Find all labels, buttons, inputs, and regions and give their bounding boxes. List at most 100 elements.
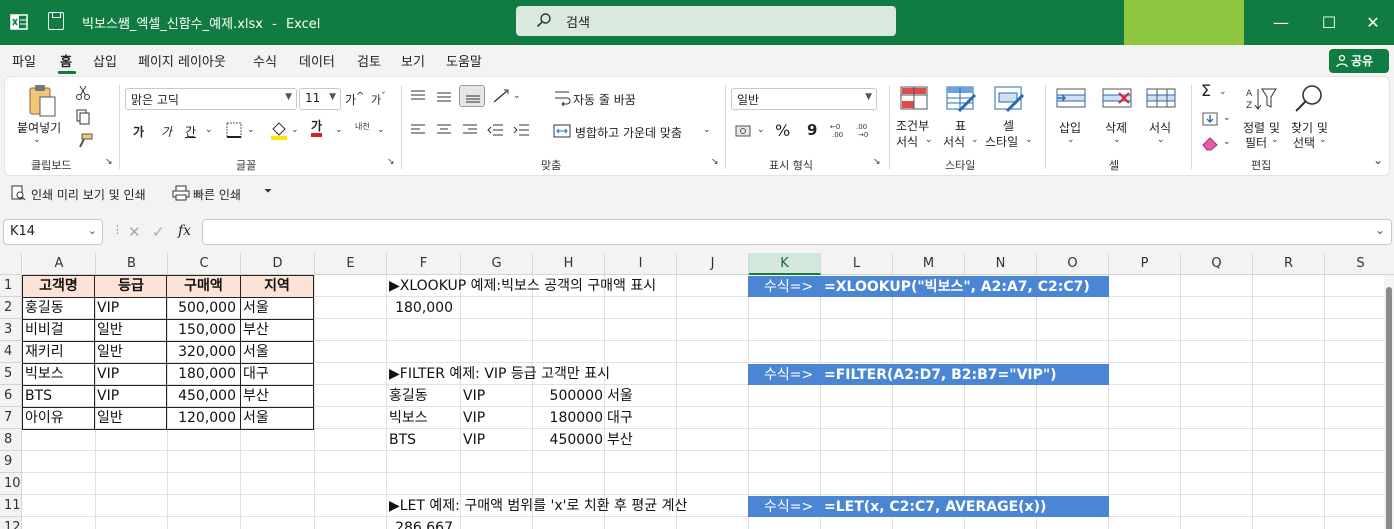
- filter-result-cell[interactable]: 대구: [607, 407, 677, 429]
- quick-print-button[interactable]: 빠른 인쇄: [193, 186, 241, 203]
- fill-chevron-icon[interactable]: ⌄: [1223, 113, 1231, 123]
- row-header-2[interactable]: 2: [0, 297, 22, 319]
- header-cell[interactable]: 고객명: [22, 275, 95, 297]
- table-chevron-icon[interactable]: ⌄: [971, 135, 979, 145]
- format-button[interactable]: 서식: [1149, 119, 1171, 136]
- column-header-s[interactable]: S: [1325, 253, 1394, 275]
- table-cell[interactable]: 홍길동: [25, 297, 95, 319]
- let-result[interactable]: 286,667: [387, 517, 453, 529]
- format-as-table-label-1[interactable]: 표: [955, 117, 966, 134]
- increase-font-button[interactable]: 가^: [345, 91, 364, 108]
- paste-button-label[interactable]: 붙여넣기: [17, 119, 61, 136]
- xlookup-title[interactable]: ▶XLOOKUP 예제:빅보스 공객의 구매액 표시: [389, 275, 656, 297]
- row-header-10[interactable]: 10: [0, 473, 22, 495]
- increase-indent-icon[interactable]: [513, 123, 531, 137]
- expand-formula-icon[interactable]: ⌄: [1375, 223, 1385, 237]
- tab-view[interactable]: 보기: [401, 51, 425, 70]
- table-cell[interactable]: 서울: [243, 297, 313, 319]
- number-launcher-icon[interactable]: ↘: [873, 157, 881, 167]
- column-header-q[interactable]: Q: [1181, 253, 1253, 275]
- decrease-decimal-icon[interactable]: .00→0: [855, 121, 875, 139]
- paste-icon[interactable]: [27, 83, 59, 119]
- find-select-icon[interactable]: [1293, 83, 1325, 115]
- column-header-f[interactable]: F: [387, 253, 461, 275]
- borders-chevron-icon[interactable]: ⌄: [247, 125, 255, 135]
- table-cell[interactable]: VIP: [97, 363, 167, 385]
- cut-icon[interactable]: [75, 85, 91, 101]
- tab-insert[interactable]: 삽입: [93, 51, 117, 70]
- table-cell[interactable]: 500,000: [167, 297, 236, 319]
- tab-home[interactable]: 홈: [60, 51, 72, 70]
- filter-result-cell[interactable]: VIP: [463, 385, 533, 407]
- column-header-k[interactable]: K: [749, 253, 821, 275]
- column-header-b[interactable]: B: [96, 253, 168, 275]
- decrease-font-button[interactable]: 가ˇ: [371, 91, 386, 108]
- header-cell[interactable]: 지역: [240, 275, 314, 297]
- row-header-9[interactable]: 9: [0, 451, 22, 473]
- row-header-4[interactable]: 4: [0, 341, 22, 363]
- delete-chevron-icon[interactable]: ⌄: [1113, 135, 1121, 145]
- phonetic-chevron-icon[interactable]: ⌄: [377, 125, 385, 135]
- bold-button[interactable]: 가: [133, 123, 144, 140]
- phonetic-button[interactable]: 내천: [355, 121, 370, 132]
- align-middle-icon[interactable]: [435, 89, 453, 103]
- column-header-m[interactable]: M: [893, 253, 965, 275]
- filter-result-cell[interactable]: 180000: [533, 407, 603, 429]
- filter-result-cell[interactable]: 빅보스: [389, 407, 459, 429]
- select-all-button[interactable]: [0, 253, 22, 275]
- sort-filter-icon[interactable]: AZ: [1245, 85, 1277, 113]
- table-cell[interactable]: 재키리: [25, 341, 95, 363]
- copy-icon[interactable]: [75, 109, 91, 125]
- column-header-p[interactable]: P: [1109, 253, 1181, 275]
- underline-button[interactable]: 간: [185, 123, 196, 140]
- clear-icon[interactable]: [1201, 135, 1221, 151]
- find-select-label-2[interactable]: 선택: [1293, 134, 1315, 151]
- format-cells-icon[interactable]: [1145, 85, 1177, 113]
- scrollbar-thumb[interactable]: [1386, 287, 1392, 529]
- find-chevron-icon[interactable]: ⌄: [1319, 135, 1327, 145]
- table-cell[interactable]: 서울: [243, 341, 313, 363]
- xlookup-result[interactable]: 180,000: [387, 297, 453, 319]
- table-cell[interactable]: 일반: [97, 319, 167, 341]
- row-header-8[interactable]: 8: [0, 429, 22, 451]
- row-header-1[interactable]: 1: [0, 275, 22, 297]
- insert-function-icon[interactable]: fx: [178, 223, 191, 239]
- filter-result-cell[interactable]: VIP: [463, 429, 533, 451]
- table-cell[interactable]: 아이유: [25, 407, 95, 429]
- let-title[interactable]: ▶LET 예제: 구매액 범위를 'x'로 치환 후 평균 계산: [389, 495, 687, 517]
- header-cell[interactable]: 등급: [95, 275, 167, 297]
- autosum-icon[interactable]: Σ: [1201, 81, 1211, 100]
- conditional-formatting-label-1[interactable]: 조건부: [896, 117, 929, 134]
- format-as-table-label-2[interactable]: 서식: [943, 133, 965, 150]
- column-header-g[interactable]: G: [461, 253, 533, 275]
- column-header-h[interactable]: H: [533, 253, 605, 275]
- row-header-3[interactable]: 3: [0, 319, 22, 341]
- worksheet-grid[interactable]: ABCDEFGHIJKLMNOPQRS 1 2 3 4 5 6 7 8 9 10 11 12 고객명 …: [0, 253, 1394, 529]
- font-size-select[interactable]: 11 ▼: [299, 88, 341, 110]
- underline-chevron-icon[interactable]: ⌄: [205, 125, 213, 135]
- column-header-c[interactable]: C: [168, 253, 241, 275]
- format-as-table-icon[interactable]: [945, 85, 977, 113]
- paste-chevron-icon[interactable]: ⌄: [33, 135, 41, 145]
- format-chevron-icon[interactable]: ⌄: [1157, 135, 1165, 145]
- autosum-chevron-icon[interactable]: ⌄: [1219, 87, 1227, 97]
- table-cell[interactable]: 320,000: [167, 341, 236, 363]
- tab-review[interactable]: 검토: [357, 51, 381, 70]
- accounting-chevron-icon[interactable]: ⌄: [757, 125, 765, 135]
- column-header-j[interactable]: J: [677, 253, 749, 275]
- filter-result-cell[interactable]: 부산: [607, 429, 677, 451]
- insert-chevron-icon[interactable]: ⌄: [1067, 135, 1075, 145]
- filter-formula-note[interactable]: 수식=> =FILTER(A2:D7, B2:B7="VIP"): [748, 364, 1109, 385]
- column-header-n[interactable]: N: [965, 253, 1037, 275]
- filter-result-cell[interactable]: 홍길동: [389, 385, 459, 407]
- orientation-icon[interactable]: [491, 87, 511, 105]
- collapse-ribbon-icon[interactable]: ⌄: [1373, 153, 1383, 167]
- table-cell[interactable]: VIP: [97, 297, 167, 319]
- sort-chevron-icon[interactable]: ⌄: [1271, 135, 1279, 145]
- table-cell[interactable]: 120,000: [167, 407, 236, 429]
- column-header-d[interactable]: D: [241, 253, 315, 275]
- font-launcher-icon[interactable]: ↘: [387, 157, 395, 167]
- fill-color-icon[interactable]: [269, 119, 289, 141]
- cell-styles-icon[interactable]: [993, 85, 1025, 113]
- tab-page-layout[interactable]: 페이지 레이아웃: [138, 51, 226, 70]
